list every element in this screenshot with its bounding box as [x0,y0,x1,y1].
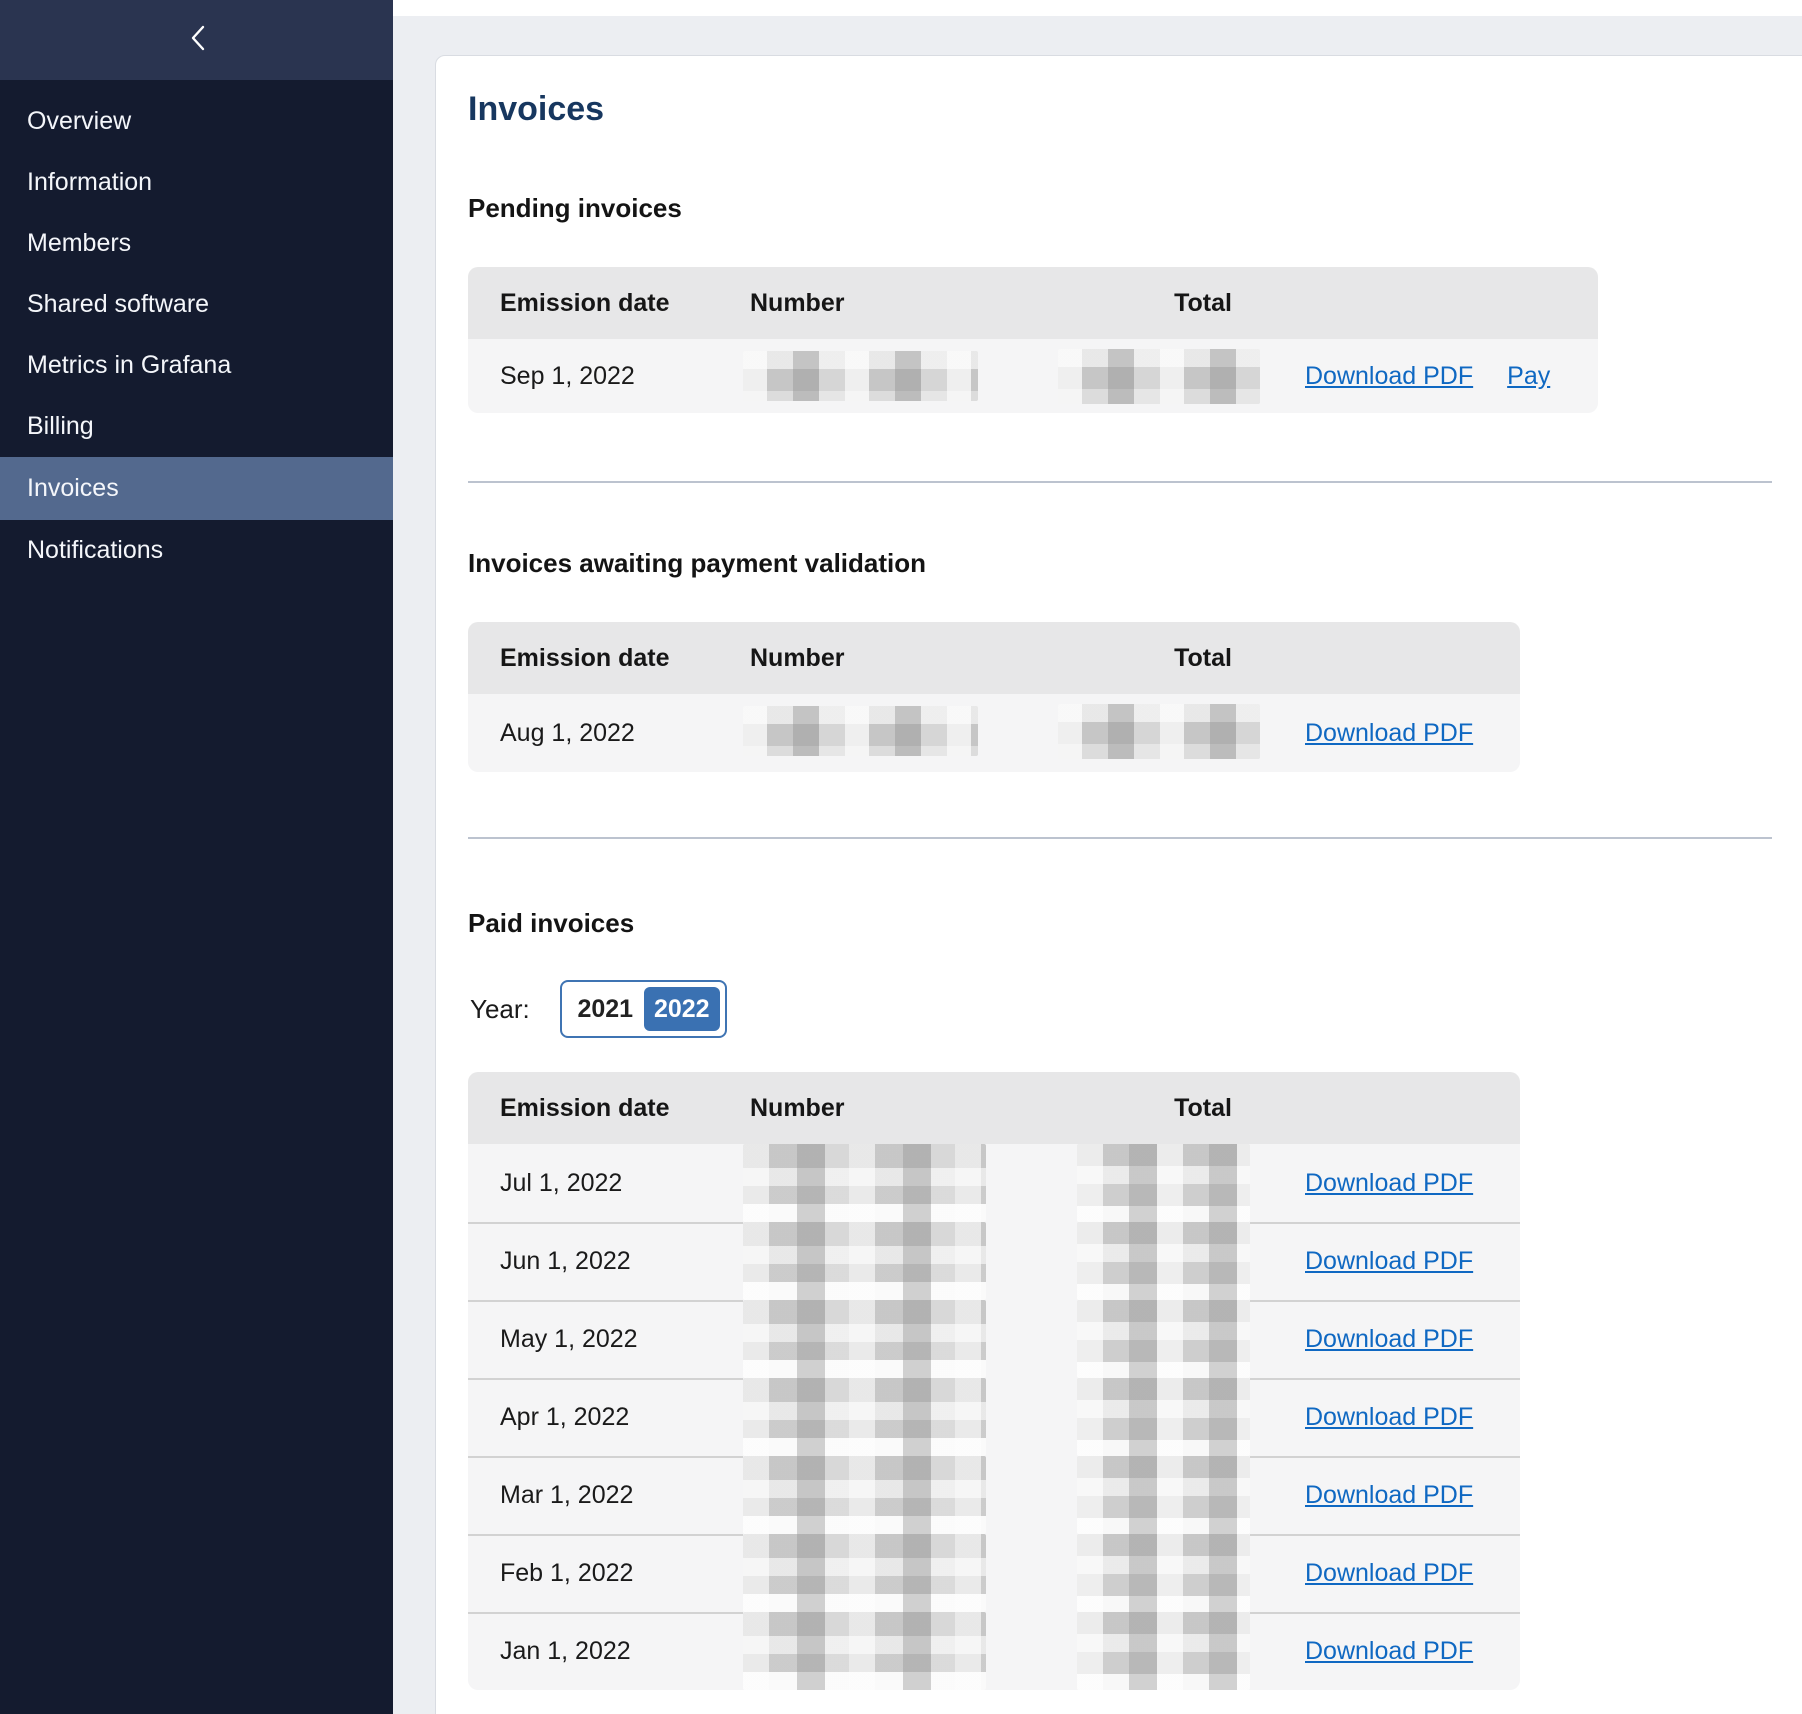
row-actions: Download PDF [1300,1637,1520,1666]
invoice-total-redacted [1077,1612,1250,1690]
column-header-emission-date: Emission date [468,1094,750,1123]
invoice-number-redacted [743,1300,986,1378]
column-header-number: Number [750,289,1062,318]
column-header-emission-date: Emission date [468,644,750,673]
emission-date-cell: Feb 1, 2022 [468,1559,750,1588]
section-heading-pending: Pending invoices [468,193,682,224]
top-bar [393,0,1802,16]
download-pdf-link[interactable]: Download PDF [1305,1169,1473,1198]
emission-date-cell: Sep 1, 2022 [468,362,750,391]
invoice-row: Apr 1, 2022 Download PDF [468,1378,1520,1456]
invoice-total-redacted [1077,1534,1250,1612]
table-header-row: Emission dateNumberTotal [468,1072,1520,1144]
year-option-2022[interactable]: 2022 [644,987,721,1031]
sidebar-item-metrics-in-grafana[interactable]: Metrics in Grafana [0,335,393,396]
section-divider [468,837,1772,839]
invoice-number-redacted [743,1456,986,1534]
section-heading-awaiting: Invoices awaiting payment validation [468,548,926,579]
invoice-total-redacted [1058,349,1260,404]
row-actions: Download PDF Pay [1300,362,1598,391]
invoice-number-redacted [743,1612,986,1690]
column-header-emission-date: Emission date [468,289,750,318]
invoice-row: Jun 1, 2022 Download PDF [468,1222,1520,1300]
row-actions: Download PDF [1300,1403,1520,1432]
year-option-2021[interactable]: 2021 [567,987,644,1031]
download-pdf-link[interactable]: Download PDF [1305,1637,1473,1666]
download-pdf-link[interactable]: Download PDF [1305,719,1473,748]
sidebar-item-invoices[interactable]: Invoices [0,457,393,520]
sidebar-item-notifications[interactable]: Notifications [0,520,393,581]
row-actions: Download PDF [1300,1481,1520,1510]
emission-date-cell: Mar 1, 2022 [468,1481,750,1510]
sidebar-item-overview[interactable]: Overview [0,91,393,152]
invoice-row: Sep 1, 2022 Download PDF Pay [468,339,1598,413]
sidebar: OverviewInformationMembersShared softwar… [0,0,393,1714]
invoice-total-redacted [1077,1456,1250,1534]
invoice-number-redacted [743,1534,986,1612]
emission-date-cell: Aug 1, 2022 [468,719,750,748]
download-pdf-link[interactable]: Download PDF [1305,1481,1473,1510]
sidebar-item-information[interactable]: Information [0,152,393,213]
download-pdf-link[interactable]: Download PDF [1305,1403,1473,1432]
invoice-row: Mar 1, 2022 Download PDF [468,1456,1520,1534]
invoice-total-redacted [1077,1378,1250,1456]
invoice-number-redacted [743,1222,986,1300]
table-header-row: Emission dateNumberTotal [468,622,1520,694]
sidebar-header [0,0,393,80]
emission-date-cell: Apr 1, 2022 [468,1403,750,1432]
paid-invoices-table: Emission dateNumberTotal Jul 1, 2022 Downl… [468,1072,1520,1690]
table-header-row: Emission dateNumberTotal [468,267,1598,339]
invoice-number-redacted [743,706,978,756]
row-actions: Download PDF [1300,1247,1520,1276]
invoice-total-redacted [1077,1300,1250,1378]
download-pdf-link[interactable]: Download PDF [1305,1325,1473,1354]
emission-date-cell: Jul 1, 2022 [468,1169,750,1198]
row-actions: Download PDF [1300,1325,1520,1354]
year-label: Year: [470,994,530,1025]
invoice-total-redacted [1077,1222,1250,1300]
invoice-row: Jul 1, 2022 Download PDF [468,1144,1520,1222]
invoice-row: May 1, 2022 Download PDF [468,1300,1520,1378]
awaiting-invoices-table: Emission dateNumberTotal Aug 1, 2022 Downl… [468,622,1520,772]
section-heading-paid: Paid invoices [468,908,634,939]
download-pdf-link[interactable]: Download PDF [1305,1559,1473,1588]
year-toggle: 20212022 [560,980,727,1038]
column-header-total: Total [1062,289,1300,318]
row-actions: Download PDF [1300,1169,1520,1198]
emission-date-cell: Jan 1, 2022 [468,1637,750,1666]
emission-date-cell: May 1, 2022 [468,1325,750,1354]
column-header-total: Total [1062,1094,1300,1123]
invoice-total-redacted [1077,1144,1250,1222]
sidebar-collapse-button[interactable] [176,16,220,60]
column-header-total: Total [1062,644,1300,673]
download-pdf-link[interactable]: Download PDF [1305,1247,1473,1276]
invoice-row: Aug 1, 2022 Download PDF [468,694,1520,772]
invoice-number-redacted [743,1378,986,1456]
download-pdf-link[interactable]: Download PDF [1305,362,1473,391]
emission-date-cell: Jun 1, 2022 [468,1247,750,1276]
row-actions: Download PDF [1300,719,1520,748]
invoice-total-redacted [1058,704,1260,759]
column-header-number: Number [750,644,1062,673]
sidebar-item-shared-software[interactable]: Shared software [0,274,393,335]
pay-link[interactable]: Pay [1507,362,1550,391]
column-header-number: Number [750,1094,1062,1123]
app-window: OverviewInformationMembersShared softwar… [0,0,1802,1714]
page-title: Invoices [468,90,604,129]
chevron-left-icon [185,23,211,53]
pending-invoices-table: Emission dateNumberTotal Sep 1, 2022 Downl… [468,267,1598,413]
invoice-number-redacted [743,351,978,401]
invoice-number-redacted [743,1144,986,1222]
invoice-row: Jan 1, 2022 Download PDF [468,1612,1520,1690]
invoice-row: Feb 1, 2022 Download PDF [468,1534,1520,1612]
section-divider [468,481,1772,483]
row-actions: Download PDF [1300,1559,1520,1588]
sidebar-nav: OverviewInformationMembersShared softwar… [0,91,393,581]
sidebar-item-members[interactable]: Members [0,213,393,274]
sidebar-item-billing[interactable]: Billing [0,396,393,457]
